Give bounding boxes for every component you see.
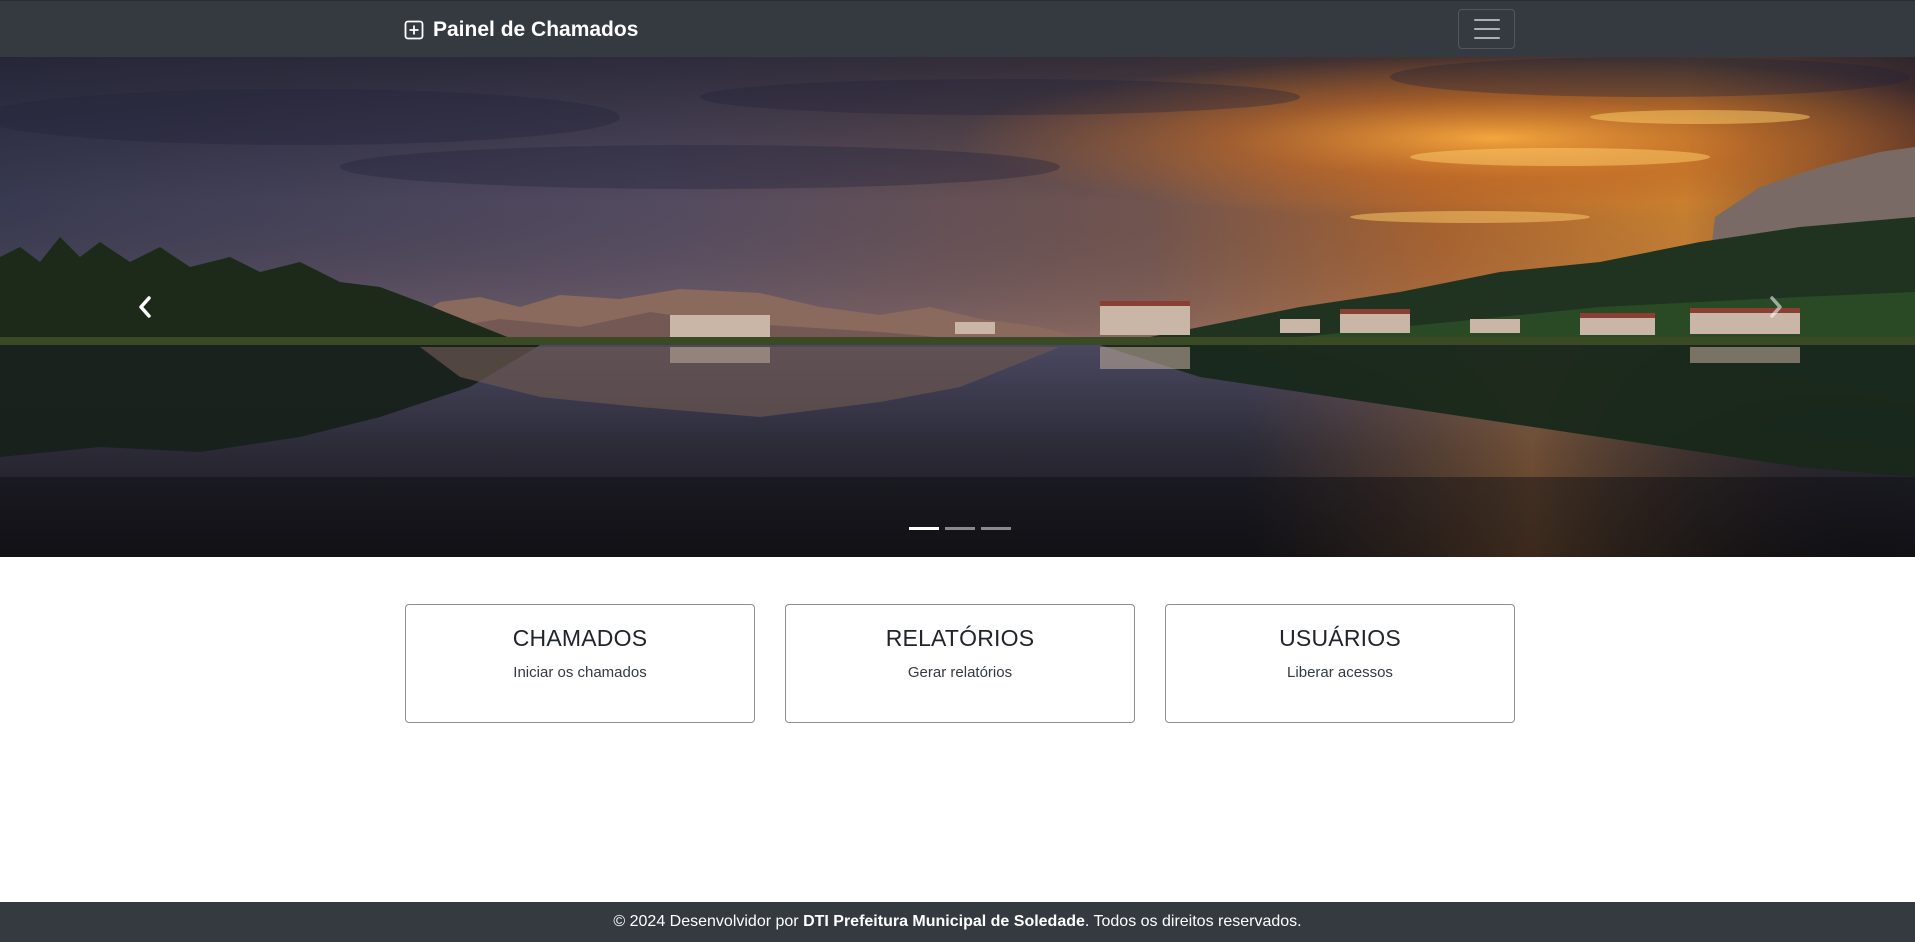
chevron-right-icon [1770,296,1782,318]
carousel-indicator-1[interactable] [909,527,939,530]
navbar-toggler-button[interactable] [1458,9,1515,49]
footer-organization: DTI Prefeitura Municipal de Soledade [803,913,1085,930]
navbar-brand[interactable]: Painel de Chamados [404,17,638,43]
footer-prefix: © 2024 Desenvolvidor por [613,913,804,930]
card-title: RELATÓRIOS [885,625,1035,651]
navbar: Painel de Chamados [0,0,1915,57]
card-relatorios[interactable]: RELATÓRIOS Gerar relatórios [785,604,1135,723]
card-chamados[interactable]: CHAMADOS Iniciar os chamados [405,604,755,723]
card-usuarios[interactable]: USUÁRIOS Liberar acessos [1165,604,1515,723]
brand-title: Painel de Chamados [433,18,639,41]
carousel-indicator-3[interactable] [981,527,1011,530]
chevron-left-icon [139,296,151,318]
carousel-prev-button[interactable] [75,57,215,557]
action-cards: CHAMADOS Iniciar os chamados RELATÓRIOS … [405,604,1515,724]
card-text: Iniciar os chamados [513,664,647,681]
carousel-slide-image [0,57,1915,557]
footer: © 2024 Desenvolvidor por DTI Prefeitura … [0,902,1915,942]
card-text: Liberar acessos [1287,664,1393,681]
hamburger-menu-icon [1473,19,1500,39]
hero-carousel [0,57,1915,557]
plus-square-icon [404,20,424,40]
card-title: CHAMADOS [512,625,648,651]
card-text: Gerar relatórios [907,664,1013,681]
carousel-indicator-2[interactable] [945,527,975,530]
carousel-indicators [909,527,1011,530]
card-title: USUÁRIOS [1279,625,1401,651]
carousel-next-button[interactable] [1706,57,1846,557]
footer-suffix: . Todos os direitos reservados. [1084,913,1302,930]
